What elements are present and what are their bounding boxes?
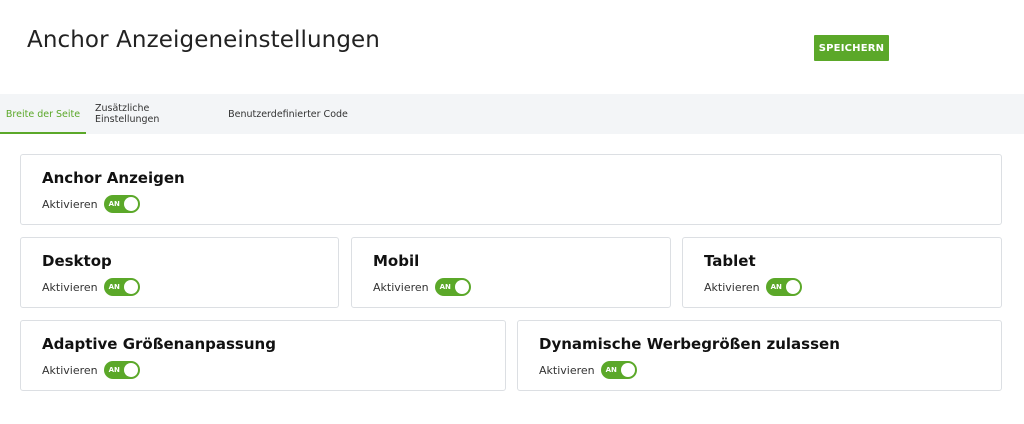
toggle-state-text: AN <box>439 283 451 291</box>
activate-label: Aktivieren <box>373 280 429 294</box>
page-header: Anchor Anzeigeneinstellungen SPEICHERN <box>0 0 1024 94</box>
toggle-state-text: AN <box>108 283 120 291</box>
card-title: Tablet <box>704 252 756 270</box>
toggle-state-text: AN <box>108 200 120 208</box>
tab-bar: Breite der Seite Zusätzliche Einstellung… <box>0 94 1024 134</box>
save-button[interactable]: SPEICHERN <box>814 35 889 61</box>
activate-label: Aktivieren <box>42 280 98 294</box>
desktop-toggle[interactable]: AN <box>103 278 140 296</box>
card-anchor-ads: Anchor Anzeigen Aktivieren AN <box>20 154 1002 225</box>
activate-label: Aktivieren <box>704 280 760 294</box>
toggle-state-text: AN <box>108 366 120 374</box>
toggle-knob <box>454 280 469 294</box>
activate-label: Aktivieren <box>42 363 98 377</box>
activate-row: Aktivieren AN <box>704 278 802 296</box>
dynamic-ad-sizes-toggle[interactable]: AN <box>600 361 637 379</box>
card-title: Dynamische Werbegrößen zulassen <box>539 335 840 353</box>
activate-label: Aktivieren <box>42 197 98 211</box>
toggle-state-text: AN <box>770 283 782 291</box>
card-desktop: Desktop Aktivieren AN <box>20 237 339 308</box>
toggle-knob <box>123 197 138 211</box>
activate-label: Aktivieren <box>539 363 595 377</box>
toggle-knob <box>785 280 800 294</box>
toggle-knob <box>123 280 138 294</box>
card-title: Adaptive Größenanpassung <box>42 335 276 353</box>
card-dynamic-ad-sizes: Dynamische Werbegrößen zulassen Aktivier… <box>517 320 1002 391</box>
card-title: Anchor Anzeigen <box>42 169 185 187</box>
card-title: Mobil <box>373 252 420 270</box>
toggle-state-text: AN <box>605 366 617 374</box>
activate-row: Aktivieren AN <box>42 361 140 379</box>
tab-custom-code[interactable]: Benutzerdefinierter Code <box>228 94 348 134</box>
toggle-knob <box>620 363 635 377</box>
page-title: Anchor Anzeigeneinstellungen <box>27 27 380 53</box>
anchor-ads-toggle[interactable]: AN <box>103 195 140 213</box>
adaptive-sizing-toggle[interactable]: AN <box>103 361 140 379</box>
activate-row: Aktivieren AN <box>539 361 637 379</box>
card-title: Desktop <box>42 252 112 270</box>
card-adaptive-sizing: Adaptive Größenanpassung Aktivieren AN <box>20 320 506 391</box>
activate-row: Aktivieren AN <box>42 278 140 296</box>
tab-additional-settings[interactable]: Zusätzliche Einstellungen <box>95 94 215 134</box>
activate-row: Aktivieren AN <box>373 278 471 296</box>
mobile-toggle[interactable]: AN <box>434 278 471 296</box>
tab-page-width[interactable]: Breite der Seite <box>0 94 86 134</box>
card-mobile: Mobil Aktivieren AN <box>351 237 671 308</box>
tablet-toggle[interactable]: AN <box>765 278 802 296</box>
activate-row: Aktivieren AN <box>42 195 140 213</box>
toggle-knob <box>123 363 138 377</box>
card-tablet: Tablet Aktivieren AN <box>682 237 1002 308</box>
